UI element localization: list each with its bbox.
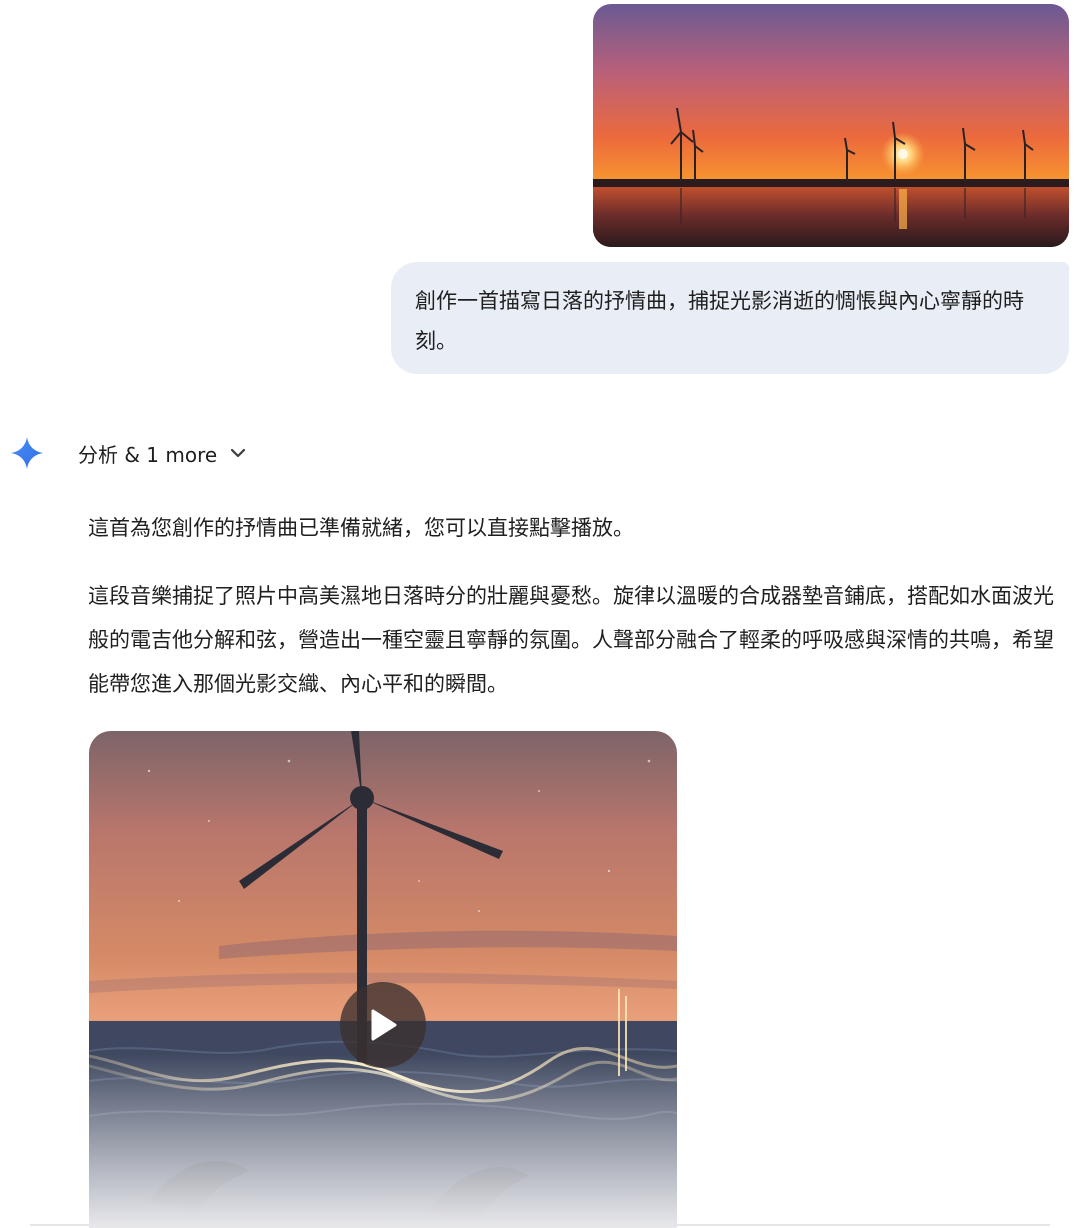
chevron-down-icon — [231, 448, 246, 458]
model-response: 這首為您創作的抒情曲已準備就緒，您可以直接點擊播放。 這段音樂捕捉了照片中高美濕… — [88, 506, 1060, 706]
user-message-text: 創作一首描寫日落的抒情曲，捕捉光影消逝的惆悵與內心寧靜的時刻。 — [415, 289, 1024, 353]
sunset-photo — [593, 4, 1069, 247]
chat-page: 創作一首描寫日落的抒情曲，捕捉光影消逝的惆悵與內心寧靜的時刻。 分析 & 1 m… — [0, 0, 1080, 1228]
play-icon — [371, 1009, 397, 1041]
show-thinking-toggle[interactable]: 分析 & 1 more — [66, 434, 261, 472]
gemini-sparkle-icon — [10, 436, 44, 470]
thinking-label: 分析 & 1 more — [78, 442, 218, 467]
play-button[interactable] — [340, 982, 426, 1068]
response-paragraph: 這首為您創作的抒情曲已準備就緒，您可以直接點擊播放。 — [88, 516, 634, 540]
album-artwork — [89, 731, 677, 1228]
user-uploaded-image[interactable] — [593, 4, 1069, 247]
divider — [30, 1224, 1050, 1226]
response-paragraph: 這段音樂捕捉了照片中高美濕地日落時分的壯麗與憂愁。旋律以溫暖的合成器墊音鋪底，搭… — [88, 584, 1054, 696]
user-message-bubble: 創作一首描寫日落的抒情曲，捕捉光影消逝的惆悵與內心寧靜的時刻。 — [391, 262, 1069, 374]
music-player-card[interactable] — [89, 731, 677, 1228]
